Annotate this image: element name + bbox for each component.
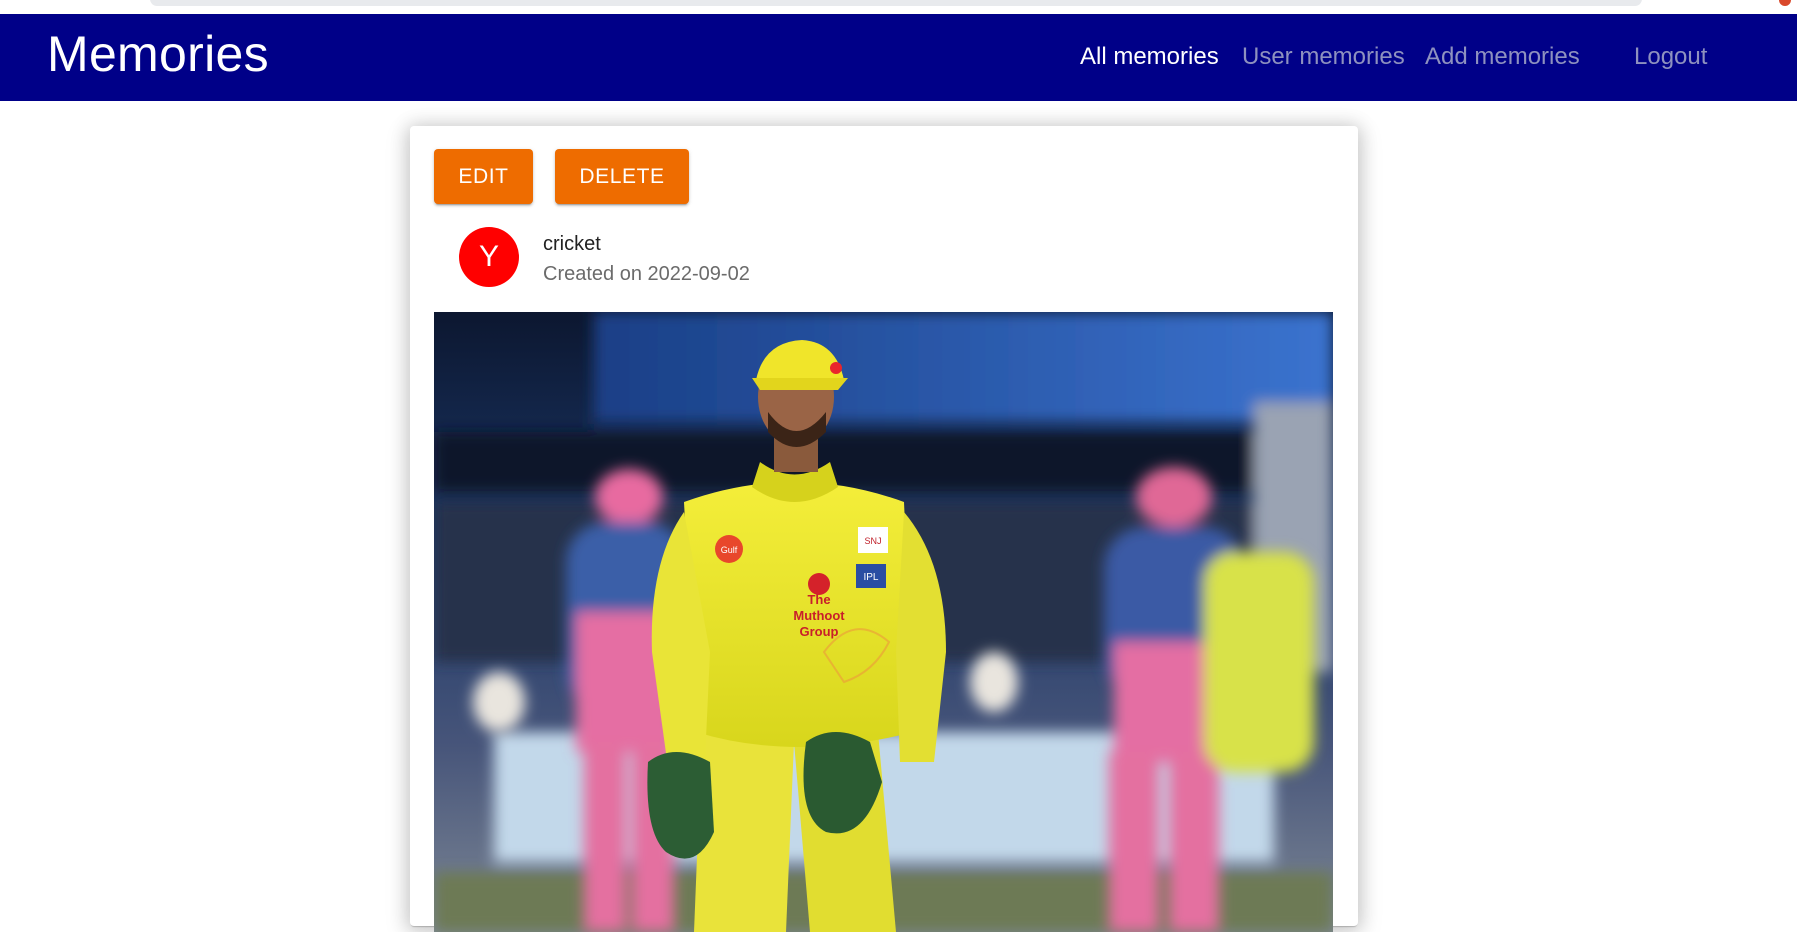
memory-created-date: Created on 2022-09-02 — [543, 263, 750, 285]
memory-photo[interactable]: Gulf SNJ IPL The Muthoot Group — [434, 312, 1333, 932]
browser-chrome — [0, 0, 1797, 15]
memory-card: EDIT DELETE Y cricket Created on 2022-09… — [410, 126, 1358, 932]
address-bar[interactable] — [150, 0, 1642, 6]
nav-add-memories[interactable]: Add memories — [1425, 45, 1580, 69]
photo-badge-gulf: Gulf — [721, 545, 738, 555]
logout-link[interactable]: Logout — [1634, 45, 1707, 69]
memory-title: cricket — [543, 233, 601, 255]
photo-badge-snj: SNJ — [864, 536, 881, 546]
edit-button[interactable]: EDIT — [434, 149, 533, 204]
photo-jersey-text-the: The — [807, 592, 830, 607]
photo-jersey-text-muthoot: Muthoot — [793, 608, 845, 623]
delete-button[interactable]: DELETE — [555, 149, 689, 204]
photo-jersey-text-group: Group — [800, 624, 839, 639]
cricket-photo-image: Gulf SNJ IPL The Muthoot Group — [434, 312, 1333, 932]
nav-user-memories[interactable]: User memories — [1242, 45, 1405, 69]
avatar: Y — [459, 227, 519, 287]
top-navbar: Memories All memories User memories Add … — [0, 14, 1797, 101]
profile-icon[interactable] — [1779, 0, 1791, 6]
nav-all-memories[interactable]: All memories — [1080, 45, 1219, 69]
brand-title[interactable]: Memories — [47, 29, 269, 79]
photo-badge-ipl: IPL — [863, 572, 878, 583]
